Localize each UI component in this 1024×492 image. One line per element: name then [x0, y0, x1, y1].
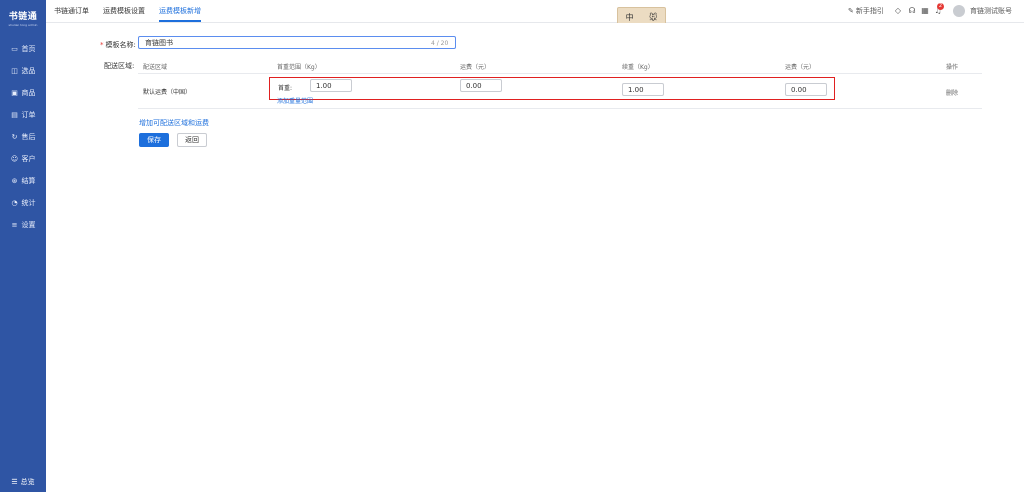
sidebar-item-orders[interactable]: ▤ 订单 [0, 106, 46, 124]
sidebar-item-aftersale[interactable]: ↻ 售后 [0, 128, 46, 146]
template-name-label: * 模板名称: [100, 40, 136, 50]
char-counter: 4 / 20 [431, 40, 449, 47]
avatar[interactable] [953, 5, 965, 17]
sidebar-overview-label: 总览 [20, 478, 35, 486]
sidebar-item-select[interactable]: ◫ 选品 [0, 62, 46, 80]
table-divider [138, 73, 982, 74]
sidebar: 书链通 shulian tong admin ▭ 首页 ◫ 选品 ▣ 商品 ▤ 订单 ↻… [0, 0, 46, 492]
sidebar-item-label: 设置 [21, 221, 36, 229]
sidebar-item-label: 统计 [21, 199, 36, 207]
region-cell: 默认运费（中国） [143, 89, 192, 96]
template-name-label-text: 模板名称: [105, 41, 136, 49]
document-icon[interactable]: ▦ [920, 6, 930, 16]
ime-language[interactable]: 中 [626, 12, 634, 23]
diamond-icon[interactable]: ◇ [893, 6, 903, 16]
guide-label: 新手指引 [855, 7, 884, 15]
sidebar-item-label: 商品 [21, 89, 36, 97]
highlight-box [269, 77, 835, 100]
sidebar-item-label: 首页 [21, 45, 36, 53]
add-weight-range-link[interactable]: 添加重量范围 [277, 96, 313, 105]
tab-freight-template-settings[interactable]: 运费模板设置 [103, 0, 145, 22]
tab-freight-template-add[interactable]: 运费模板新增 [159, 0, 201, 22]
delivery-region-label: 配送区域: [104, 62, 135, 70]
delete-link[interactable]: 删除 [946, 88, 958, 97]
settle-icon: ⊛ [11, 177, 18, 185]
sidebar-item-settlement[interactable]: ⊛ 结算 [0, 172, 46, 190]
app-logo[interactable]: 书链通 shulian tong admin [4, 9, 42, 27]
add-region-link[interactable]: 增加可配送区域和运费 [139, 118, 209, 128]
sidebar-item-goods[interactable]: ▣ 商品 [0, 84, 46, 102]
guide-link[interactable]: ✎ 新手指引 [848, 0, 884, 22]
select-icon: ◫ [11, 67, 18, 75]
sidebar-item-settings[interactable]: ≡ 设置 [0, 216, 46, 234]
tab-shuliantong-orders[interactable]: 书链通订单 [54, 0, 89, 22]
monitor-icon: ▭ [11, 45, 18, 53]
col-header-region: 配送区域 [143, 64, 168, 71]
notification-badge: 2 [937, 3, 944, 10]
template-name-input[interactable]: 育链图书 [138, 36, 456, 49]
col-header-extra-fee: 运费（元） [785, 64, 816, 71]
sidebar-item-label: 订单 [21, 111, 36, 119]
col-header-first-weight: 首重范围（Kg） [277, 64, 321, 71]
sidebar-item-home[interactable]: ▭ 首页 [0, 40, 46, 58]
col-header-extra-weight: 续重（Kg） [622, 64, 654, 71]
sidebar-overview[interactable]: ☰ 总览 [0, 474, 46, 490]
sidebar-item-label: 结算 [21, 177, 36, 185]
customer-icon: ☺ [10, 155, 19, 163]
menu-icon: ☰ [11, 478, 18, 486]
order-icon: ▤ [11, 111, 18, 119]
logo-text: 书链通 [8, 12, 38, 22]
col-header-first-fee: 运费（元） [460, 64, 491, 71]
sidebar-item-customers[interactable]: ☺ 客户 [0, 150, 46, 168]
aftersale-icon: ↻ [11, 133, 18, 141]
table-divider [138, 108, 982, 109]
back-button[interactable]: 返回 [177, 133, 207, 147]
required-mark: * [100, 41, 104, 49]
col-header-actions: 操作 [946, 64, 959, 71]
account-name[interactable]: 育链测试账号 [970, 0, 1012, 22]
settings-icon: ≡ [11, 221, 18, 229]
mouse-icon: 🐭 [648, 12, 658, 22]
logo-subtext: shulian tong admin [8, 23, 38, 27]
sidebar-item-label: 选品 [21, 67, 36, 75]
sidebar-item-label: 售后 [21, 133, 36, 141]
headset-icon[interactable]: ☊ [907, 6, 917, 16]
sidebar-item-label: 客户 [21, 155, 36, 163]
guide-icon: ✎ [848, 7, 854, 15]
stats-icon: ◔ [11, 199, 18, 207]
sidebar-item-stats[interactable]: ◔ 统计 [0, 194, 46, 212]
save-button[interactable]: 保存 [139, 133, 169, 147]
goods-icon: ▣ [11, 89, 18, 97]
